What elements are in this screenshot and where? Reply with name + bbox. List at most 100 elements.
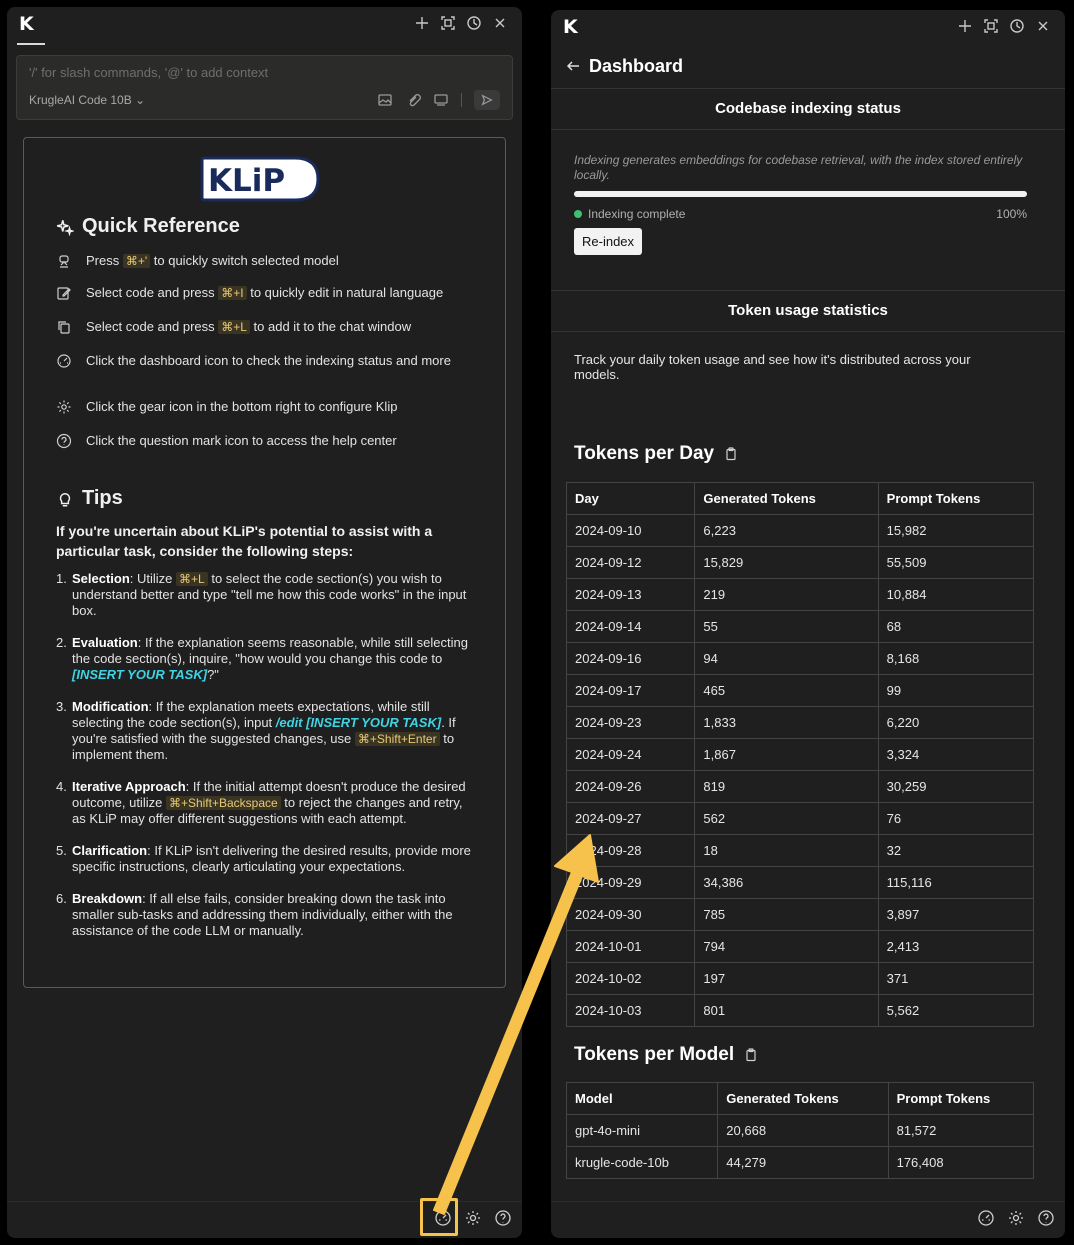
send-button[interactable] bbox=[474, 90, 500, 110]
table-cell: 197 bbox=[694, 962, 879, 995]
table-cell: 2024-09-13 bbox=[565, 578, 696, 611]
token-section-title: Token usage statistics bbox=[551, 290, 1065, 332]
ref-text: Select code and press bbox=[86, 319, 219, 334]
attach-icon[interactable] bbox=[405, 92, 421, 108]
table-row: 2024-09-30 785 3,897 bbox=[565, 898, 1035, 931]
clipboard-icon[interactable] bbox=[744, 1048, 758, 1062]
table-cell: 94 bbox=[694, 642, 879, 675]
table-cell: 18 bbox=[694, 834, 879, 867]
table-row: 2024-09-16 94 8,168 bbox=[565, 642, 1035, 675]
step-item: 3. Modification: If the explanation meet… bbox=[56, 699, 476, 763]
ref-text: Press bbox=[86, 253, 123, 268]
table-cell: 2024-09-24 bbox=[565, 738, 696, 771]
table-cell: 15,829 bbox=[694, 546, 879, 579]
step-number: 1. bbox=[56, 571, 67, 586]
table-cell: 15,982 bbox=[877, 514, 1035, 547]
dashboard-icon bbox=[57, 354, 71, 368]
table-cell: 371 bbox=[877, 962, 1035, 995]
table-cell: 115,116 bbox=[877, 866, 1035, 899]
reindex-button[interactable]: Re-index bbox=[574, 228, 643, 255]
lightbulb-icon bbox=[59, 492, 71, 506]
fullscreen-icon[interactable] bbox=[983, 18, 999, 34]
ref-item-help: Click the question mark icon to access t… bbox=[56, 433, 476, 449]
table-cell: 8,168 bbox=[877, 642, 1035, 675]
table-row: krugle-code-10b 44,279 176,408 bbox=[565, 1146, 1035, 1179]
table-cell: 2024-09-23 bbox=[565, 706, 696, 739]
column-header: Generated Tokens bbox=[717, 1082, 889, 1115]
ref-item-dashboard: Click the dashboard icon to check the in… bbox=[56, 353, 456, 369]
tokens-per-day-table: Day Generated Tokens Prompt Tokens 2024-09… bbox=[565, 482, 1035, 1027]
table-cell: 20,668 bbox=[717, 1114, 889, 1147]
model-selector[interactable]: KrugleAI Code 10B ⌄ bbox=[29, 93, 145, 107]
tokens-per-day-heading: Tokens per Day bbox=[574, 443, 738, 465]
fullscreen-icon[interactable] bbox=[440, 15, 456, 31]
table-cell: 2024-09-29 bbox=[565, 866, 696, 899]
table-cell: 819 bbox=[694, 770, 879, 803]
shortcut-badge: ⌘+L bbox=[176, 572, 208, 586]
table-row: 2024-09-12 15,829 55,509 bbox=[565, 546, 1035, 579]
table-cell: 6,220 bbox=[877, 706, 1035, 739]
step-label: Clarification bbox=[72, 843, 148, 858]
dashboard-panel: K Dashboard Codebase indexing status Ind… bbox=[551, 10, 1065, 1238]
table-row: 2024-09-10 6,223 15,982 bbox=[565, 514, 1035, 547]
table-row: 2024-09-24 1,867 3,324 bbox=[565, 738, 1035, 771]
table-cell: 2024-10-03 bbox=[565, 994, 696, 1027]
edit-icon bbox=[57, 287, 71, 300]
column-header: Prompt Tokens bbox=[877, 482, 1035, 515]
tips-steps: 1. Selection: Utilize ⌘+L to select the … bbox=[56, 571, 476, 955]
step-number: 6. bbox=[56, 891, 67, 906]
table-cell: 1,833 bbox=[694, 706, 879, 739]
table-cell: 68 bbox=[877, 610, 1035, 643]
table-cell: 44,279 bbox=[717, 1146, 889, 1179]
table-cell: gpt-4o-mini bbox=[565, 1114, 719, 1147]
ref-text: Click the question mark icon to access t… bbox=[86, 433, 397, 448]
codebase-icon[interactable] bbox=[433, 92, 449, 108]
step-item: 5. Clarification: If KLiP isn't deliveri… bbox=[56, 843, 476, 875]
table-cell: 5,562 bbox=[877, 994, 1035, 1027]
table-cell: 219 bbox=[694, 578, 879, 611]
table-cell: 2024-09-12 bbox=[565, 546, 696, 579]
help-icon bbox=[56, 433, 72, 449]
gear-icon[interactable] bbox=[1007, 1209, 1025, 1227]
history-icon[interactable] bbox=[466, 15, 482, 31]
indexing-status: Indexing complete bbox=[574, 207, 685, 221]
clipboard-icon[interactable] bbox=[724, 447, 738, 461]
tips-title: Tips bbox=[82, 487, 123, 509]
table-cell: 794 bbox=[694, 930, 879, 963]
table-cell: 32 bbox=[877, 834, 1035, 867]
history-icon[interactable] bbox=[1009, 18, 1025, 34]
dashboard-icon[interactable] bbox=[977, 1209, 995, 1227]
chat-input-placeholder[interactable]: '/' for slash commands, '@' to add conte… bbox=[29, 65, 268, 80]
plus-icon[interactable] bbox=[414, 15, 430, 31]
column-header: Model bbox=[565, 1082, 719, 1115]
chat-input-box[interactable]: '/' for slash commands, '@' to add conte… bbox=[16, 55, 513, 120]
column-header: Generated Tokens bbox=[694, 482, 879, 515]
indexing-description: Indexing generates embeddings for codeba… bbox=[574, 153, 1023, 182]
table-cell: 2,413 bbox=[877, 930, 1035, 963]
table-row: gpt-4o-mini 20,668 81,572 bbox=[565, 1114, 1035, 1147]
table-cell: 2024-09-17 bbox=[565, 674, 696, 707]
table-row: 2024-10-02 197 371 bbox=[565, 962, 1035, 995]
tips-intro: If you're uncertain about KLiP's potenti… bbox=[56, 523, 433, 559]
ref-text: Click the gear icon in the bottom right … bbox=[86, 399, 398, 414]
image-icon[interactable] bbox=[377, 92, 393, 108]
back-arrow-icon[interactable] bbox=[565, 58, 581, 74]
quick-reference-heading: Quick Reference bbox=[56, 215, 240, 238]
help-icon[interactable] bbox=[494, 1209, 512, 1227]
close-icon[interactable] bbox=[1035, 18, 1051, 34]
plus-icon[interactable] bbox=[957, 18, 973, 34]
step-number: 4. bbox=[56, 779, 67, 794]
gear-icon[interactable] bbox=[464, 1209, 482, 1227]
table-cell: 2024-09-14 bbox=[565, 610, 696, 643]
robot-icon bbox=[59, 255, 69, 268]
tokens-per-model-table: Model Generated Tokens Prompt Tokens gpt-4… bbox=[565, 1082, 1035, 1179]
ref-item-gear: Click the gear icon in the bottom right … bbox=[56, 399, 476, 415]
close-icon[interactable] bbox=[492, 15, 508, 31]
logo-underline bbox=[17, 43, 45, 45]
klip-logo-text: KLiP bbox=[208, 163, 285, 199]
app-logo: K bbox=[563, 16, 578, 38]
table-cell: 10,884 bbox=[877, 578, 1035, 611]
help-icon[interactable] bbox=[1037, 1209, 1055, 1227]
step-item: 6. Breakdown: If all else fails, conside… bbox=[56, 891, 476, 939]
progress-fill bbox=[574, 191, 1027, 197]
